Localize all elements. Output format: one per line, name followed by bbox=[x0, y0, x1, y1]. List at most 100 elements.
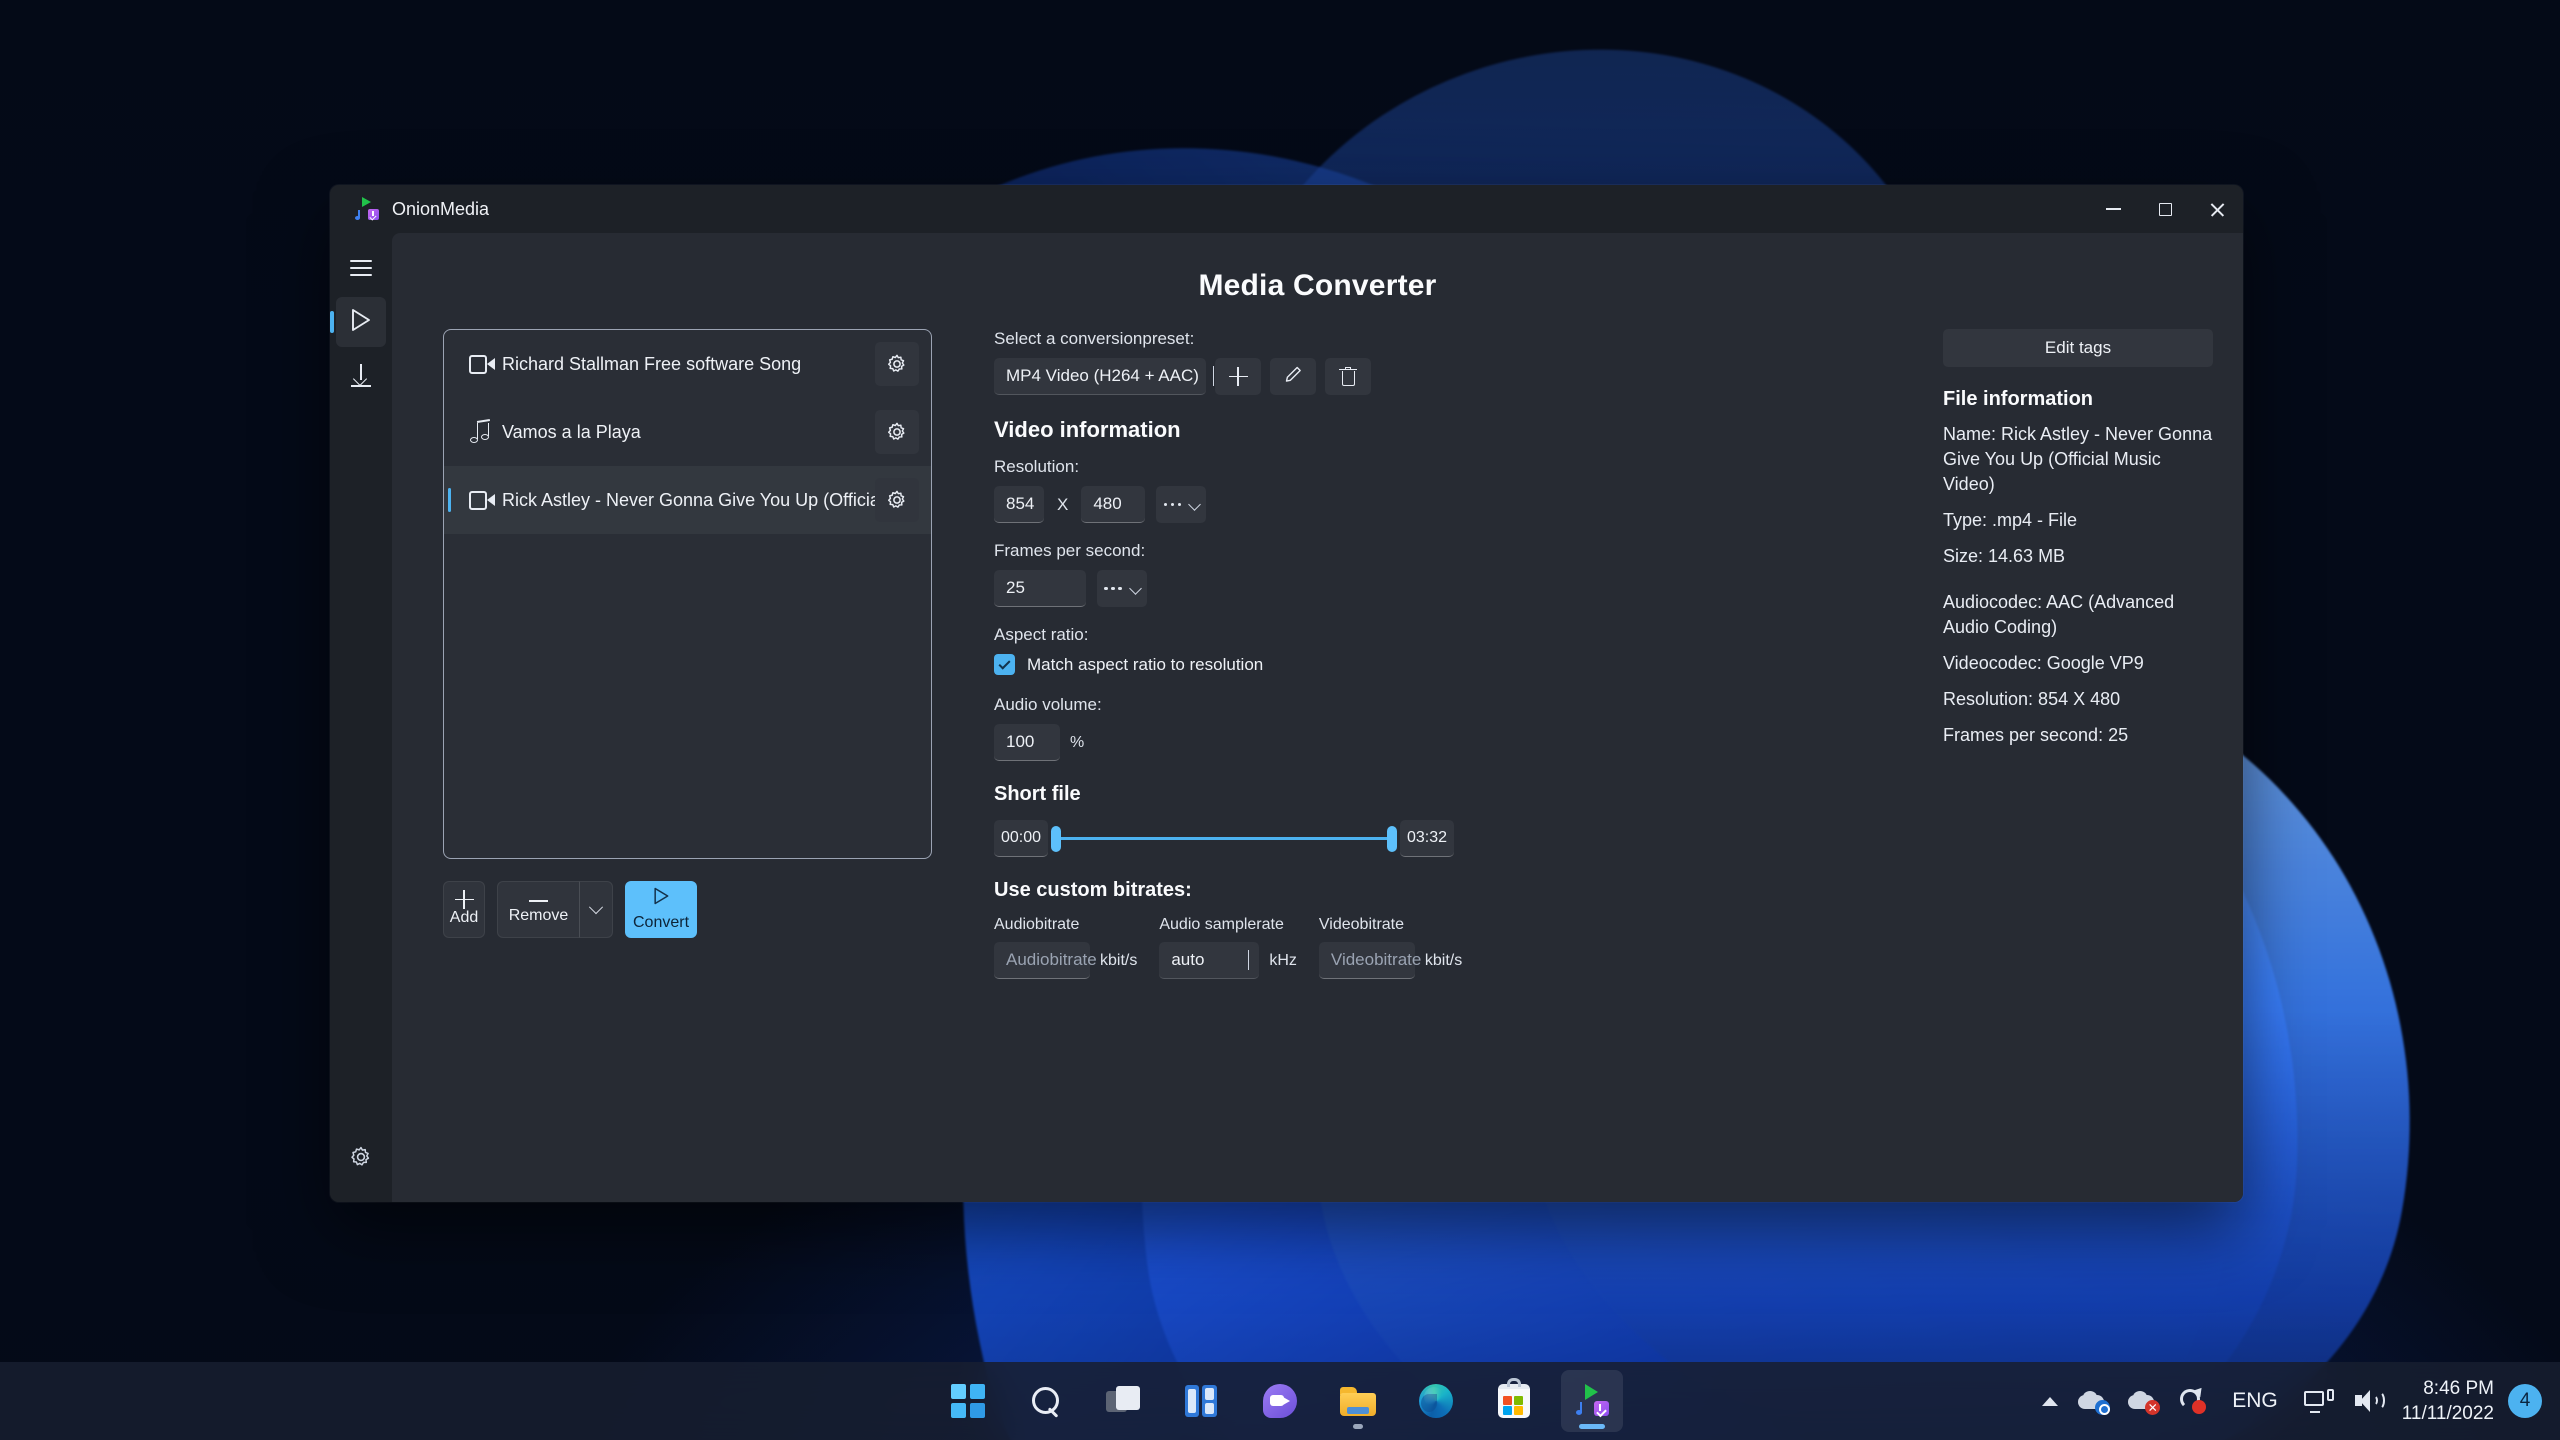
file-name: Richard Stallman Free software Song bbox=[502, 353, 802, 374]
maximize-icon bbox=[2158, 202, 2172, 216]
onionmedia-taskbar-button[interactable] bbox=[1561, 1370, 1623, 1432]
network-icon bbox=[2303, 1389, 2334, 1413]
bitrates-row: Audiobitrate Audiobitrate kbit/s Audio s… bbox=[994, 916, 1923, 979]
onionmedia-window: OnionMedia Media Converter Richard Stall… bbox=[330, 185, 2243, 1202]
match-aspect-ratio-checkbox-row[interactable]: Match aspect ratio to resolution bbox=[994, 654, 1923, 675]
file-list[interactable]: Richard Stallman Free software Song Vamo… bbox=[443, 329, 932, 859]
taskbar: ENG 8:46 PM 11/11/2022 4 bbox=[0, 1362, 2560, 1440]
resolution-x-label: X bbox=[1057, 494, 1069, 514]
windows-logo-icon bbox=[951, 1384, 985, 1418]
preset-select[interactable]: MP4 Video (H264 + AAC) bbox=[994, 358, 1214, 395]
pencil-icon bbox=[1283, 364, 1304, 390]
folder-icon bbox=[1340, 1386, 1376, 1416]
audiobitrate-group: Audiobitrate Audiobitrate kbit/s bbox=[994, 916, 1137, 979]
file-size-info: Size: 14.63 MB bbox=[1943, 546, 2066, 566]
chevron-up-icon bbox=[2042, 1396, 2059, 1406]
desktop: OnionMedia Media Converter Richard Stall… bbox=[0, 0, 2560, 1440]
slider-thumb-end[interactable] bbox=[1387, 825, 1397, 852]
minus-icon bbox=[529, 900, 548, 903]
update-status-button[interactable] bbox=[2168, 1370, 2216, 1432]
fps-presets-dropdown[interactable] bbox=[1097, 570, 1147, 607]
chat-button[interactable] bbox=[1249, 1370, 1311, 1432]
sidebar-item-downloader[interactable] bbox=[336, 351, 386, 401]
start-button[interactable] bbox=[937, 1370, 999, 1432]
task-view-button[interactable] bbox=[1093, 1370, 1155, 1432]
resolution-presets-dropdown[interactable] bbox=[1156, 486, 1207, 523]
play-icon bbox=[650, 886, 672, 911]
file-settings-button[interactable] bbox=[875, 342, 919, 386]
trim-range-slider[interactable] bbox=[1051, 820, 1397, 857]
trim-start-input[interactable]: 00:00 bbox=[994, 820, 1048, 857]
list-item[interactable]: Rick Astley - Never Gonna Give You Up (O… bbox=[444, 466, 931, 534]
network-button[interactable] bbox=[2294, 1370, 2344, 1432]
show-hidden-icons-button[interactable] bbox=[2032, 1370, 2068, 1432]
chevron-down-icon bbox=[1212, 366, 1214, 386]
notification-badge[interactable]: 4 bbox=[2508, 1384, 2542, 1418]
add-preset-button[interactable] bbox=[1215, 358, 1261, 395]
minimize-icon bbox=[2105, 208, 2121, 210]
list-item[interactable]: Richard Stallman Free software Song bbox=[444, 330, 931, 398]
resolution-row: 854 X 480 bbox=[994, 486, 1923, 523]
audio-volume-label: Audio volume: bbox=[994, 695, 1102, 714]
fps-row: 25 bbox=[994, 570, 1923, 607]
edit-preset-button[interactable] bbox=[1270, 358, 1316, 395]
add-button[interactable]: Add bbox=[443, 881, 485, 938]
videobitrate-group: Videobitrate Videobitrate kbit/s bbox=[1318, 916, 1462, 979]
remove-dropdown-button[interactable] bbox=[579, 881, 613, 938]
search-button[interactable] bbox=[1015, 1370, 1077, 1432]
widgets-icon bbox=[1185, 1385, 1219, 1417]
video-information-heading: Video information bbox=[994, 417, 1181, 442]
remove-button-label: Remove bbox=[508, 907, 569, 925]
file-settings-button[interactable] bbox=[875, 410, 919, 454]
delete-preset-button[interactable] bbox=[1325, 358, 1371, 395]
onedrive-work-icon-button[interactable] bbox=[2118, 1370, 2168, 1432]
match-aspect-ratio-label: Match aspect ratio to resolution bbox=[1027, 654, 1264, 674]
remove-button[interactable]: Remove bbox=[497, 881, 579, 938]
menu-toggle[interactable] bbox=[336, 243, 386, 293]
language-indicator[interactable]: ENG bbox=[2216, 1389, 2294, 1413]
store-button[interactable] bbox=[1483, 1370, 1545, 1432]
list-item[interactable]: Vamos a la Playa bbox=[444, 398, 931, 466]
clock[interactable]: 8:46 PM 11/11/2022 bbox=[2394, 1376, 2508, 1426]
active-indicator bbox=[1579, 1424, 1605, 1429]
close-button[interactable] bbox=[2191, 185, 2243, 233]
resolution-label: Resolution: bbox=[994, 457, 1080, 476]
video-file-icon bbox=[462, 354, 502, 374]
resolution-info: Resolution: 854 X 480 bbox=[1943, 689, 2121, 709]
edge-button[interactable] bbox=[1405, 1370, 1467, 1432]
onionmedia-icon bbox=[355, 197, 379, 221]
minimize-button[interactable] bbox=[2087, 185, 2139, 233]
widgets-button[interactable] bbox=[1171, 1370, 1233, 1432]
settings-button[interactable] bbox=[349, 1145, 373, 1174]
sidebar-item-converter[interactable] bbox=[330, 297, 386, 347]
volume-button[interactable] bbox=[2344, 1370, 2394, 1432]
file-explorer-button[interactable] bbox=[1327, 1370, 1389, 1432]
page-columns: Richard Stallman Free software Song Vamo… bbox=[392, 329, 2243, 1119]
gear-icon bbox=[351, 1146, 370, 1166]
plus-icon bbox=[454, 890, 474, 909]
maximize-button[interactable] bbox=[2139, 185, 2191, 233]
edit-tags-button[interactable]: Edit tags bbox=[1943, 329, 2213, 367]
gear-icon bbox=[888, 490, 905, 508]
file-settings-button[interactable] bbox=[875, 478, 919, 522]
videobitrate-input[interactable]: Videobitrate bbox=[1318, 942, 1421, 979]
match-aspect-ratio-checkbox[interactable] bbox=[994, 654, 1015, 675]
audiobitrate-input[interactable]: Audiobitrate bbox=[994, 942, 1097, 979]
resolution-width-input[interactable]: 854 bbox=[994, 486, 1044, 523]
resolution-height-input[interactable]: 480 bbox=[1081, 486, 1146, 523]
trim-end-input[interactable]: 03:32 bbox=[1400, 820, 1454, 857]
selection-indicator bbox=[448, 488, 451, 512]
samplerate-select[interactable]: auto bbox=[1159, 942, 1260, 979]
page-title: Media Converter bbox=[1198, 269, 1437, 302]
audio-volume-input[interactable]: 100 bbox=[994, 724, 1060, 761]
file-name: Rick Astley - Never Gonna Give You Up (O… bbox=[502, 489, 875, 510]
preset-label: Select a conversionpreset: bbox=[994, 329, 1195, 348]
window-titlebar[interactable]: OnionMedia bbox=[330, 185, 2243, 233]
slider-thumb-start[interactable] bbox=[1051, 825, 1061, 852]
file-name: Vamos a la Playa bbox=[502, 421, 641, 442]
fps-input[interactable]: 25 bbox=[994, 570, 1086, 607]
onedrive-personal-icon-button[interactable] bbox=[2068, 1370, 2118, 1432]
slider-track-line bbox=[1054, 836, 1394, 841]
running-indicator bbox=[1353, 1424, 1363, 1429]
convert-button[interactable]: Convert bbox=[625, 881, 697, 938]
